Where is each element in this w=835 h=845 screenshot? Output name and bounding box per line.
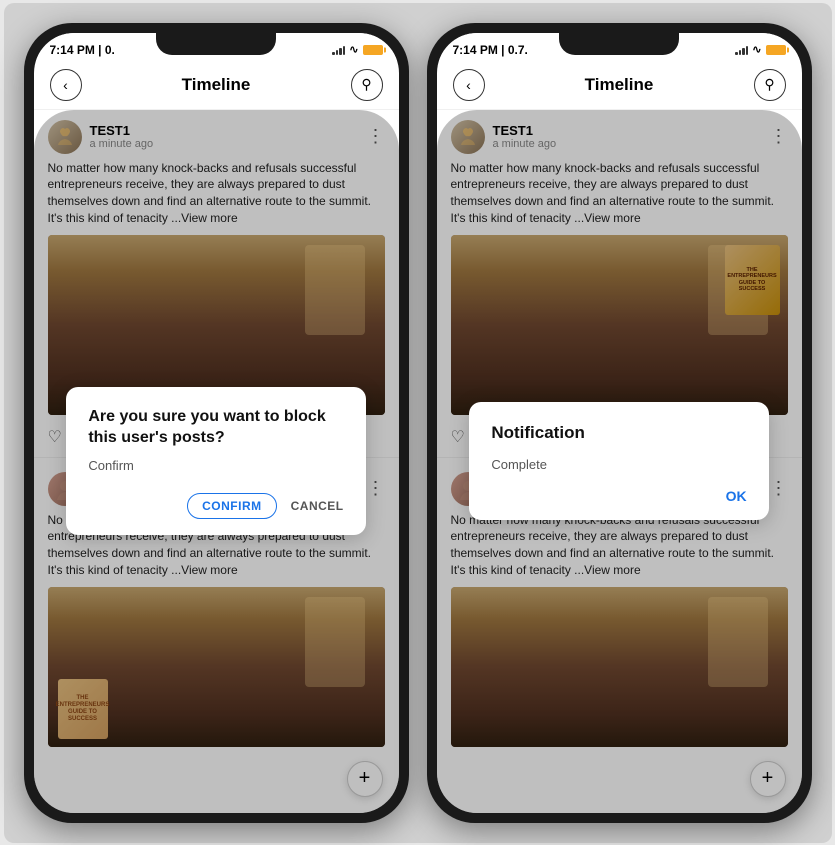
notification-body: Complete xyxy=(491,457,746,472)
search-button-2[interactable]: ⚲ xyxy=(754,69,786,101)
cancel-button[interactable]: CANCEL xyxy=(291,499,344,513)
scroll-content-2: TEST1 a minute ago ⋮ No matter how many … xyxy=(437,110,802,813)
nav-title-1: Timeline xyxy=(182,75,251,95)
status-time-1: 7:14 PM | 0. xyxy=(50,43,115,57)
status-icons-1: ∿ xyxy=(332,43,382,56)
signal-icon xyxy=(332,45,345,55)
search-icon-1: ⚲ xyxy=(361,76,371,93)
top-nav-1: ‹ Timeline ⚲ xyxy=(34,61,399,110)
search-icon-2: ⚲ xyxy=(764,76,774,93)
dialog-subtitle-1: Confirm xyxy=(88,458,343,473)
dialog-title-1: Are you sure you want to block this user… xyxy=(88,407,343,449)
modal-overlay-1: Are you sure you want to block this user… xyxy=(34,110,399,813)
back-button-2[interactable]: ‹ xyxy=(453,69,485,101)
signal-icon-2 xyxy=(735,45,748,55)
battery-icon-2 xyxy=(766,45,786,55)
notch-2 xyxy=(559,33,679,55)
status-icons-2: ∿ xyxy=(735,43,785,56)
modal-overlay-2: Notification Complete OK xyxy=(437,110,802,813)
ok-button[interactable]: OK xyxy=(726,488,747,504)
confirm-dialog: Are you sure you want to block this user… xyxy=(66,387,365,536)
notification-title: Notification xyxy=(491,422,746,444)
search-button-1[interactable]: ⚲ xyxy=(351,69,383,101)
notification-dialog: Notification Complete OK xyxy=(469,402,768,519)
nav-title-2: Timeline xyxy=(585,75,654,95)
screenshot-container: 7:14 PM | 0. ∿ ‹ Timeline xyxy=(4,3,832,843)
phone-1: 7:14 PM | 0. ∿ ‹ Timeline xyxy=(24,23,409,823)
top-nav-2: ‹ Timeline ⚲ xyxy=(437,61,802,110)
wifi-icon-2: ∿ xyxy=(752,43,761,56)
scroll-content-1: TEST1 a minute ago ⋮ No matter how many … xyxy=(34,110,399,813)
back-icon-2: ‹ xyxy=(466,77,471,93)
wifi-icon: ∿ xyxy=(349,43,358,56)
confirm-button[interactable]: CONFIRM xyxy=(187,493,277,519)
battery-icon xyxy=(363,45,383,55)
notification-actions: OK xyxy=(491,488,746,504)
back-icon-1: ‹ xyxy=(63,77,68,93)
phone-2: 7:14 PM | 0.7. ∿ ‹ Timeline xyxy=(427,23,812,823)
back-button-1[interactable]: ‹ xyxy=(50,69,82,101)
dialog-actions-1: CONFIRM CANCEL xyxy=(88,493,343,519)
status-time-2: 7:14 PM | 0.7. xyxy=(453,43,528,57)
notch xyxy=(156,33,276,55)
